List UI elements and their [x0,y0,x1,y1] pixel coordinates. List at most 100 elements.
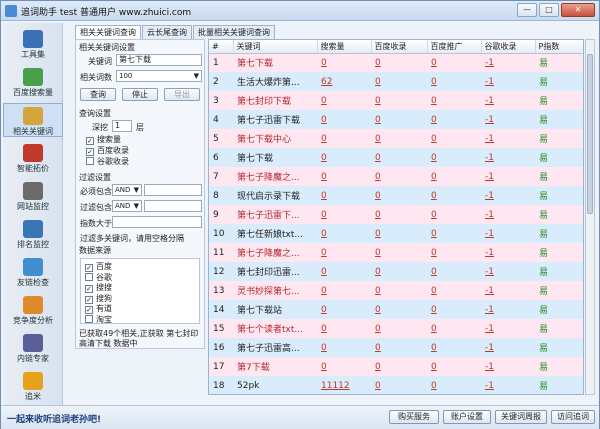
row-search-volume[interactable]: 0 [321,324,327,334]
row-search-volume[interactable]: 0 [321,58,327,68]
row-google-index[interactable]: -1 [485,172,494,182]
option-search-volume[interactable]: ✓ 搜索量 [86,134,121,145]
row-search-volume[interactable]: 0 [321,153,327,163]
row-baidu-promo[interactable]: 0 [431,153,437,163]
row-baidu-index[interactable]: 0 [375,58,381,68]
data-source-item[interactable]: 淘宝 [85,314,112,325]
keyword-input[interactable]: 第七下载 [116,54,202,66]
row-google-index[interactable]: -1 [485,267,494,277]
row-baidu-promo[interactable]: 0 [431,134,437,144]
row-baidu-promo[interactable]: 0 [431,96,437,106]
maximize-button[interactable]: □ [539,3,559,17]
minimize-button[interactable]: — [517,3,537,17]
row-google-index[interactable]: -1 [485,248,494,258]
col-header-p-index[interactable]: P指数 [535,40,583,54]
account-settings-button[interactable]: 账户设置 [443,410,491,424]
col-header-baidu-promo[interactable]: 百度推广 [427,40,482,54]
table-row[interactable]: 10 第七任新娘txt... 0 0 0 -1 易 [209,224,583,243]
row-baidu-index[interactable]: 0 [375,286,381,296]
row-baidu-promo[interactable]: 0 [431,362,437,372]
row-google-index[interactable]: -1 [485,210,494,220]
row-baidu-promo[interactable]: 0 [431,324,437,334]
option-baidu-index[interactable]: ✓ 百度收录 [86,145,129,156]
row-baidu-promo[interactable]: 0 [431,248,437,258]
row-baidu-index[interactable]: 0 [375,324,381,334]
table-row[interactable]: 15 第七个读者txt... 0 0 0 -1 易 [209,319,583,338]
table-row[interactable]: 17 第7下载 0 0 0 -1 易 [209,357,583,376]
sidebar-item[interactable]: 追米 [3,369,63,403]
stop-button[interactable]: 停止 [122,88,158,101]
export-button[interactable]: 导出 [164,88,200,101]
depth-input[interactable]: 1 [112,120,132,132]
sidebar-item[interactable]: 百度搜索量 [3,65,63,99]
query-button[interactable]: 查询 [80,88,116,101]
row-baidu-index[interactable]: 0 [375,229,381,239]
sidebar-item[interactable]: 智能拓价 [3,141,63,175]
row-baidu-promo[interactable]: 0 [431,77,437,87]
row-baidu-index[interactable]: 0 [375,134,381,144]
must-contain-input[interactable] [144,184,202,196]
row-google-index[interactable]: -1 [485,362,494,372]
table-row[interactable]: 11 第七子降魔之... 0 0 0 -1 易 [209,243,583,262]
sidebar-item[interactable]: 内链专家 [3,331,63,365]
row-baidu-promo[interactable]: 0 [431,381,437,391]
row-baidu-index[interactable]: 0 [375,96,381,106]
sidebar-item[interactable]: 友链检查 [3,255,63,289]
slogan-link[interactable]: 一起来收听追词老孙吧! [7,412,101,425]
table-row[interactable]: 1 第七下载 0 0 0 -1 易 [209,53,583,72]
row-google-index[interactable]: -1 [485,286,494,296]
row-baidu-promo[interactable]: 0 [431,191,437,201]
row-google-index[interactable]: -1 [485,343,494,353]
row-baidu-promo[interactable]: 0 [431,58,437,68]
table-row[interactable]: 7 第七子降魔之... 0 0 0 -1 易 [209,167,583,186]
row-google-index[interactable]: -1 [485,96,494,106]
col-header-baidu-index[interactable]: 百度收录 [371,40,428,54]
table-row[interactable]: 12 第七封印迅雷... 0 0 0 -1 易 [209,262,583,281]
row-baidu-index[interactable]: 0 [375,172,381,182]
buy-service-button[interactable]: 购买服务 [389,410,439,424]
tab-batch-related[interactable]: 批量相关关键词查询 [193,25,275,39]
row-baidu-promo[interactable]: 0 [431,267,437,277]
table-row[interactable]: 18 52pk 11112 0 0 -1 易 [209,376,583,394]
row-search-volume[interactable]: 11112 [321,381,350,391]
visit-site-button[interactable]: 访问追词 [551,410,595,424]
row-search-volume[interactable]: 0 [321,96,327,106]
row-baidu-promo[interactable]: 0 [431,115,437,125]
table-row[interactable]: 14 第七下载站 0 0 0 -1 易 [209,300,583,319]
col-header-keyword[interactable]: 关键词 [233,40,318,54]
row-baidu-promo[interactable]: 0 [431,305,437,315]
row-search-volume[interactable]: 62 [321,77,332,87]
tab-long-tail[interactable]: 云长尾查询 [142,25,192,39]
row-search-volume[interactable]: 0 [321,210,327,220]
row-baidu-index[interactable]: 0 [375,362,381,372]
row-google-index[interactable]: -1 [485,191,494,201]
table-row[interactable]: 4 第七子迅雷下载 0 0 0 -1 易 [209,110,583,129]
row-search-volume[interactable]: 0 [321,229,327,239]
row-search-volume[interactable]: 0 [321,305,327,315]
data-source-item[interactable]: 谷歌 [85,272,112,283]
row-baidu-index[interactable]: 0 [375,305,381,315]
table-row[interactable]: 13 灵书妙探第七... 0 0 0 -1 易 [209,281,583,300]
data-source-item[interactable]: ✓ 搜搜 [85,282,112,293]
table-row[interactable]: 16 第七子迅雷高... 0 0 0 -1 易 [209,338,583,357]
table-scrollbar[interactable] [585,39,595,395]
row-search-volume[interactable]: 0 [321,343,327,353]
tab-related-keywords[interactable]: 相关关键词查询 [75,25,141,40]
row-search-volume[interactable]: 0 [321,191,327,201]
row-search-volume[interactable]: 0 [321,362,327,372]
weekly-report-button[interactable]: 关键词周报 [495,410,547,424]
row-baidu-index[interactable]: 0 [375,381,381,391]
index-greater-input[interactable] [112,216,202,228]
row-google-index[interactable]: -1 [485,229,494,239]
col-header-google-index[interactable]: 谷歌收录 [481,40,536,54]
data-source-item[interactable]: ✓ 有道 [85,303,112,314]
sidebar-item[interactable]: 排名监控 [3,217,63,251]
row-google-index[interactable]: -1 [485,58,494,68]
row-google-index[interactable]: -1 [485,324,494,334]
sidebar-item[interactable]: 网站监控 [3,179,63,213]
row-baidu-index[interactable]: 0 [375,115,381,125]
row-baidu-promo[interactable]: 0 [431,343,437,353]
row-search-volume[interactable]: 0 [321,115,327,125]
option-google-index[interactable]: 谷歌收录 [86,156,129,167]
sidebar-item[interactable]: 工具集 [3,27,63,61]
